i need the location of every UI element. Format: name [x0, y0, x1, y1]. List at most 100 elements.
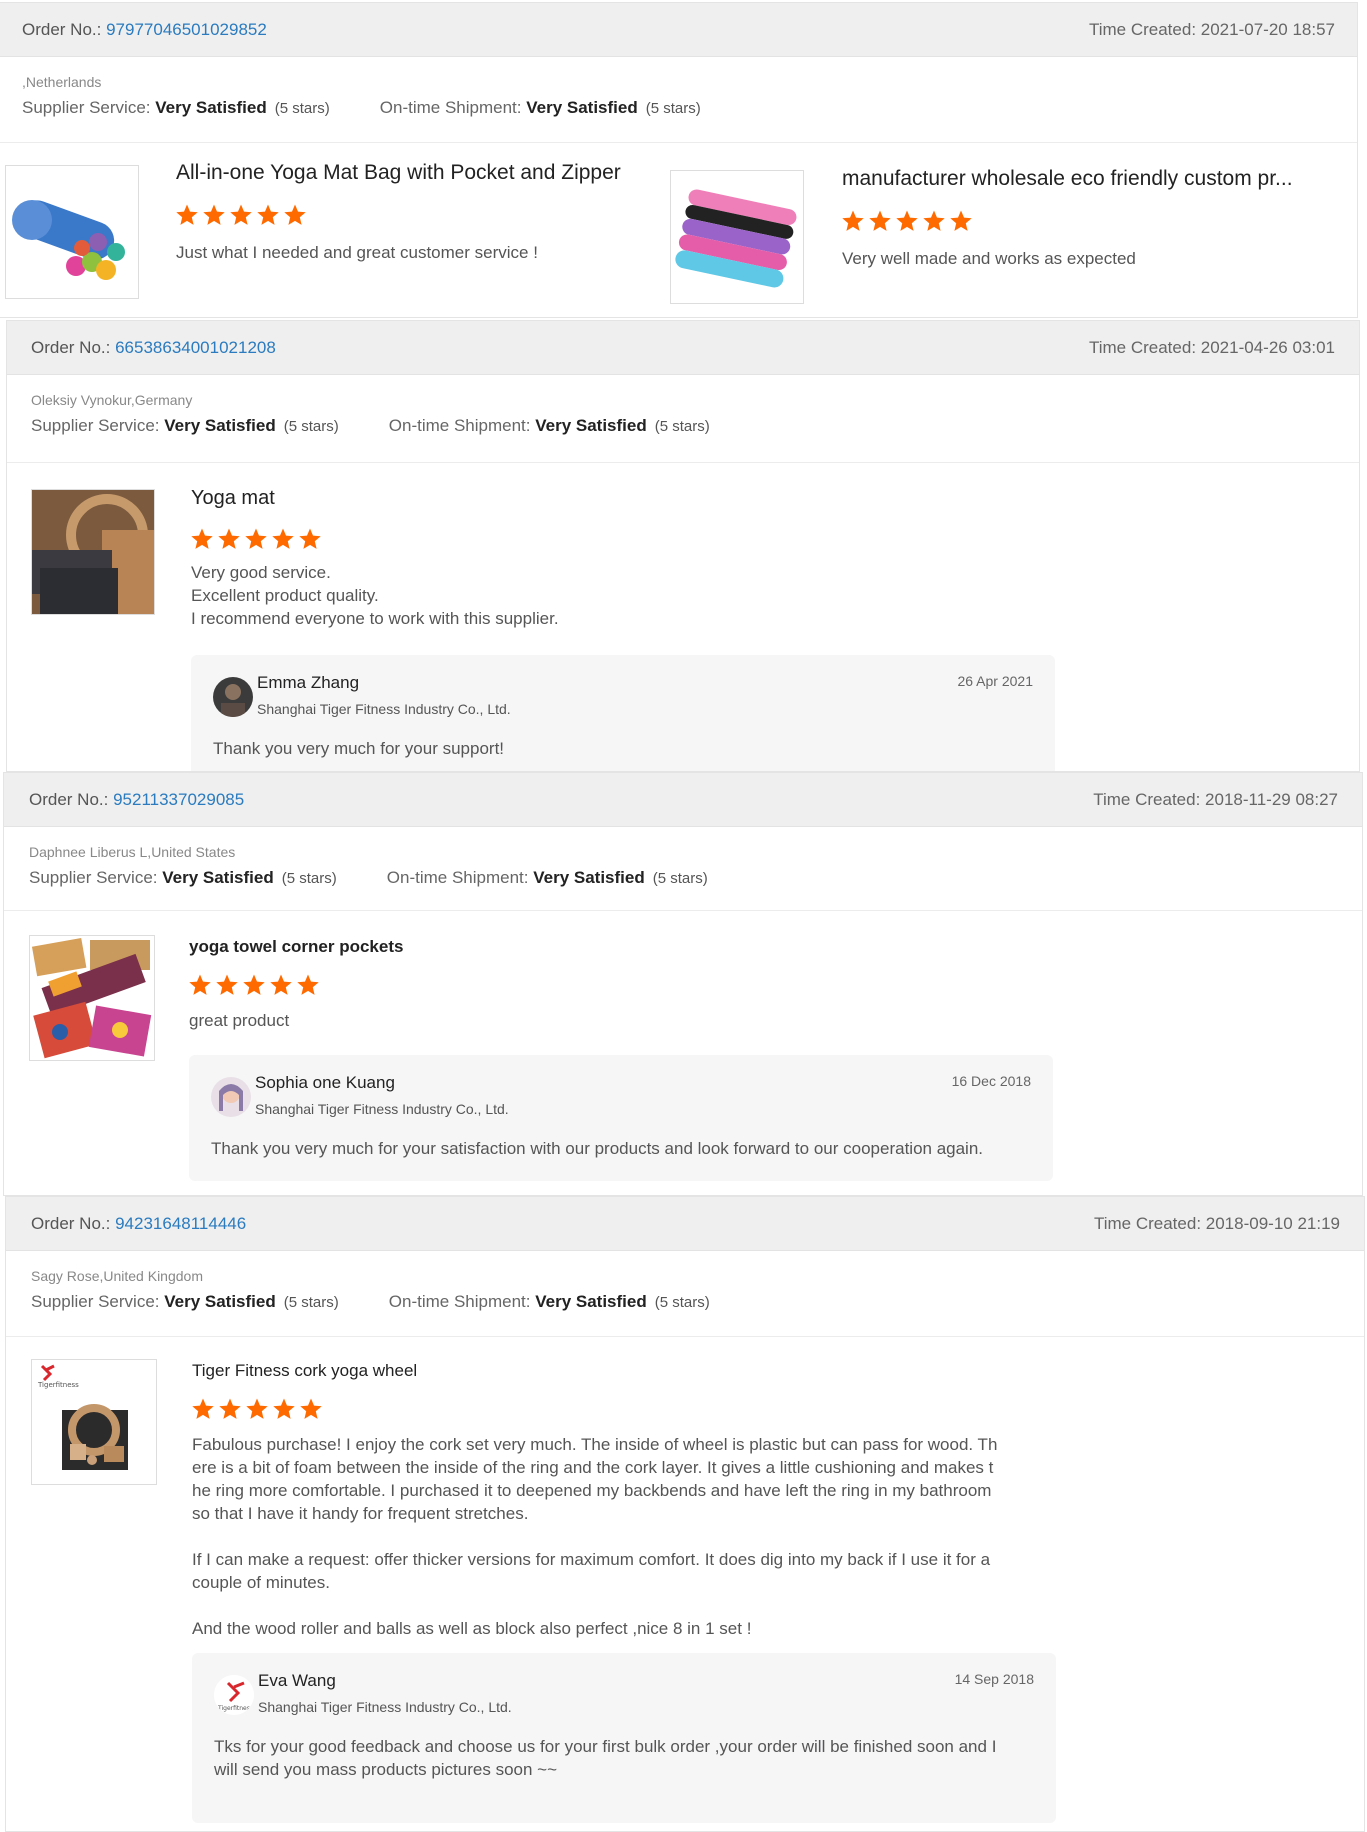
star-icon — [273, 1398, 295, 1419]
review-meta: Oleksiy Vynokur,Germany Supplier Service… — [7, 375, 1359, 463]
yoga-mats-image — [671, 171, 803, 303]
reply-line: Tks for your good feedback and choose us… — [214, 1737, 997, 1756]
star-icon — [216, 974, 238, 995]
review-card-2: Order No.: 66538634001021208 Time Create… — [6, 320, 1360, 772]
ontime-shipment-rating: On-time Shipment: Very Satisfied (5 stars… — [387, 863, 708, 903]
order-header: Order No.: 97977046501029852 Time Create… — [0, 3, 1357, 57]
order-header: Order No.: 94231648114446 Time Created: … — [6, 1197, 1364, 1251]
star-icon — [243, 974, 265, 995]
reply-line: will send you mass products pictures soo… — [214, 1760, 558, 1779]
review-meta: ,Netherlands Supplier Service: Very Sati… — [0, 57, 1357, 143]
reply-message: Thank you very much for your support! — [213, 739, 505, 758]
product-thumbnail-cork-yoga-wheel[interactable]: Tigerfitness — [31, 1359, 157, 1485]
supplier-service-value: Very Satisfied — [162, 868, 274, 887]
order-no-label: Order No.: — [31, 1213, 116, 1233]
order-number-line: Order No.: 95211337029085 — [29, 790, 244, 810]
ratings-row: Supplier Service: Very Satisfied (5 stars… — [29, 863, 1340, 903]
supplier-service-value: Very Satisfied — [155, 98, 267, 117]
reply-author-name: Sophia one Kuang — [255, 1073, 395, 1092]
time-created-label: Time Created: — [1088, 19, 1201, 39]
product-title[interactable]: Tiger Fitness cork yoga wheel — [192, 1361, 417, 1381]
supplier-service-label: Supplier Service: — [31, 1292, 165, 1311]
review-line: he ring more comfortable. I purchased it… — [192, 1481, 992, 1500]
product-thumbnail-yoga-mats[interactable] — [670, 170, 804, 304]
avatar-photo — [211, 1077, 251, 1117]
supplier-reply: Emma Zhang Shanghai Tiger Fitness Indust… — [191, 655, 1055, 771]
order-number-line: Order No.: 97977046501029852 — [22, 20, 267, 40]
reply-message: Tks for your good feedback and choose us… — [214, 1735, 1026, 1781]
star-icon — [272, 528, 294, 549]
star-icon — [842, 210, 864, 231]
ratings-row: Supplier Service: Very Satisfied (5 stars… — [22, 93, 1335, 133]
supplier-service-stars: (5 stars) — [283, 418, 339, 435]
time-created-value: 2021-04-26 03:01 — [1200, 337, 1335, 357]
star-icon — [896, 210, 918, 231]
buyer-info: Oleksiy Vynokur,Germany — [31, 392, 193, 408]
supplier-service-stars: (5 stars) — [274, 100, 330, 117]
product-title[interactable]: yoga towel corner pockets — [189, 937, 403, 957]
supplier-service-label: Supplier Service: — [29, 868, 163, 887]
supplier-service-stars: (5 stars) — [283, 1294, 339, 1311]
star-icon — [246, 1398, 268, 1419]
ontime-shipment-rating: On-time Shipment: Very Satisfied (5 stars… — [389, 411, 710, 451]
supplier-service-value: Very Satisfied — [164, 416, 276, 435]
review-line: Excellent product quality. — [191, 586, 379, 605]
order-no-link[interactable]: 66538634001021208 — [115, 338, 276, 357]
product-rating-stars — [188, 973, 320, 997]
order-header: Order No.: 95211337029085 Time Created: … — [4, 773, 1362, 827]
product-rating-stars — [841, 209, 973, 233]
order-number-line: Order No.: 66538634001021208 — [31, 338, 276, 358]
review-text: Fabulous purchase! I enjoy the cork set … — [192, 1433, 1052, 1640]
star-icon — [300, 1398, 322, 1419]
star-icon — [869, 210, 891, 231]
star-icon — [923, 210, 945, 231]
ontime-shipment-label: On-time Shipment: — [388, 416, 536, 435]
reply-date: 26 Apr 2021 — [957, 673, 1033, 689]
review-text: great product — [189, 1011, 290, 1030]
ontime-shipment-label: On-time Shipment: — [386, 868, 534, 887]
ontime-shipment-stars: (5 stars) — [652, 870, 708, 887]
reply-author-name: Eva Wang — [258, 1671, 336, 1690]
product-title[interactable]: Yoga mat — [191, 487, 275, 510]
ontime-shipment-label: On-time Shipment: — [379, 98, 527, 117]
cork-yoga-set-image — [32, 490, 154, 614]
ontime-shipment-value: Very Satisfied — [535, 416, 647, 435]
product-thumbnail-yoga-towel[interactable] — [29, 935, 155, 1061]
order-no-link[interactable]: 95211337029085 — [113, 790, 244, 809]
time-created-label: Time Created: — [1093, 789, 1206, 809]
product-title-2[interactable]: manufacturer wholesale eco friendly cust… — [842, 167, 1293, 191]
ontime-shipment-rating: On-time Shipment: Very Satisfied (5 stars… — [380, 93, 701, 133]
ontime-shipment-value: Very Satisfied — [526, 98, 638, 117]
star-icon — [297, 974, 319, 995]
supplier-service-label: Supplier Service: — [22, 98, 156, 117]
review-text-2: Very well made and works as expected — [842, 249, 1136, 268]
reply-date: 14 Sep 2018 — [954, 1671, 1034, 1687]
review-line: Very good service. — [191, 563, 331, 582]
avatar: Tigerfitness — [214, 1675, 254, 1715]
yoga-towel-image — [30, 936, 154, 1060]
product-rating-stars — [190, 527, 322, 551]
avatar-photo — [213, 677, 253, 717]
reply-company: Shanghai Tiger Fitness Industry Co., Ltd… — [257, 701, 511, 717]
star-icon — [230, 204, 252, 225]
star-icon — [284, 204, 306, 225]
product-thumbnail-yoga-mat[interactable] — [31, 489, 155, 615]
review-meta: Daphnee Liberus L,United States Supplier… — [4, 827, 1362, 911]
star-icon — [245, 528, 267, 549]
review-line: couple of minutes. — [192, 1573, 330, 1592]
review-meta: Sagy Rose,United Kingdom Supplier Servic… — [6, 1251, 1364, 1337]
ontime-shipment-label: On-time Shipment: — [388, 1292, 536, 1311]
review-card-3: Order No.: 95211337029085 Time Created: … — [3, 772, 1363, 1196]
time-created: Time Created: 2018-11-29 08:27 — [1093, 790, 1338, 810]
time-created-label: Time Created: — [1088, 337, 1201, 357]
supplier-service-rating: Supplier Service: Very Satisfied (5 stars… — [29, 863, 337, 903]
buyer-info: Sagy Rose,United Kingdom — [31, 1268, 203, 1284]
order-no-link[interactable]: 97977046501029852 — [106, 20, 267, 39]
product-thumbnail-yoga-mat-bag[interactable] — [5, 165, 139, 299]
review-text-1: Just what I needed and great customer se… — [176, 243, 538, 262]
order-no-label: Order No.: — [22, 19, 107, 39]
time-created: Time Created: 2021-07-20 18:57 — [1089, 20, 1335, 40]
order-no-link[interactable]: 94231648114446 — [115, 1214, 246, 1233]
product-title-1[interactable]: All-in-one Yoga Mat Bag with Pocket and … — [176, 161, 621, 185]
star-icon — [192, 1398, 214, 1419]
